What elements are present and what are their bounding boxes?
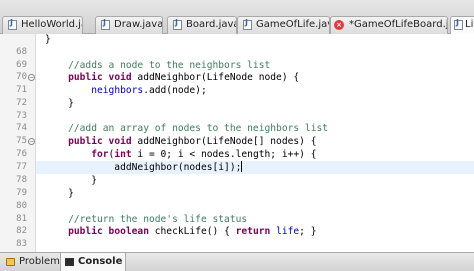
editor-continuation bbox=[0, 238, 474, 252]
code-line: public void addNeighbor(LifeNode node) { bbox=[36, 71, 474, 84]
code-comment: //add an array of nodes to the neighbors… bbox=[45, 123, 329, 134]
problems-tab-label: Problems bbox=[19, 256, 66, 267]
line-number: 82 bbox=[16, 226, 27, 236]
line-number: 80 bbox=[16, 201, 27, 211]
java-file-icon bbox=[8, 18, 17, 30]
code-area[interactable]: } //adds a node to the neighbors list pu… bbox=[36, 34, 474, 252]
line-number: 76 bbox=[16, 149, 27, 159]
code-line: public boolean checkLife() { return life… bbox=[36, 225, 474, 238]
code-text: public boolean checkLife() { return life… bbox=[68, 226, 317, 237]
code-text: } bbox=[45, 175, 97, 186]
code-line: //add an array of nodes to the neighbors… bbox=[36, 122, 474, 135]
console-icon bbox=[65, 258, 74, 266]
fold-collapse-icon[interactable]: − bbox=[28, 138, 35, 145]
code-line: } bbox=[36, 33, 474, 46]
problems-icon bbox=[6, 258, 15, 266]
line-number: 79 bbox=[16, 188, 27, 198]
line-number: 68 bbox=[16, 47, 27, 57]
tab-gameoflifeboard[interactable]: × *GameOfLifeBoard.java bbox=[330, 16, 448, 34]
tab-draw[interactable]: Draw.java bbox=[95, 16, 163, 34]
bottom-panel-tabs: Problems Console bbox=[0, 252, 474, 271]
line-number: 70 bbox=[16, 72, 27, 82]
code-text: public void addNeighbor(LifeNode[] nodes… bbox=[68, 136, 317, 147]
line-number: 77 bbox=[16, 162, 27, 172]
code-line: } bbox=[36, 97, 474, 110]
code-text: neighbors.add(node); bbox=[91, 85, 207, 96]
tab-label: Board.java bbox=[186, 19, 237, 30]
java-file-icon bbox=[454, 18, 463, 30]
code-line: for(int i = 0; i < nodes.length; i++) { bbox=[36, 148, 474, 161]
console-tab-label: Console bbox=[78, 256, 123, 267]
code-text: } bbox=[45, 34, 51, 45]
code-text: addNeighbor(nodes[i]); bbox=[45, 161, 243, 173]
code-line: } bbox=[36, 174, 474, 187]
code-line: public void addNeighbor(LifeNode[] nodes… bbox=[36, 135, 474, 148]
line-number: 74 bbox=[16, 123, 27, 133]
line-number-gutter: 68 69 70 − 71 72 73 74 75 − 76 77 78 79 … bbox=[0, 34, 36, 252]
line-number: 72 bbox=[16, 98, 27, 108]
current-code-line: addNeighbor(nodes[i]); bbox=[36, 161, 474, 174]
code-editor[interactable]: 68 69 70 − 71 72 73 74 75 − 76 77 78 79 … bbox=[0, 34, 474, 252]
code-line: neighbors.add(node); bbox=[36, 84, 474, 97]
tab-gameoflife[interactable]: GameOfLife.java bbox=[237, 16, 330, 34]
line-number: 78 bbox=[16, 175, 27, 185]
java-file-icon bbox=[173, 18, 182, 30]
code-line: } bbox=[36, 187, 474, 200]
java-file-icon bbox=[101, 18, 110, 30]
text-cursor bbox=[241, 161, 243, 172]
tab-label: Lif bbox=[465, 19, 474, 30]
problems-tab[interactable]: Problems bbox=[2, 253, 65, 271]
tab-label: *GameOfLifeBoard.java bbox=[349, 19, 448, 30]
code-text: for(int i = 0; i < nodes.length; i++) { bbox=[91, 149, 317, 160]
java-file-icon bbox=[243, 18, 252, 30]
console-tab[interactable]: Console bbox=[60, 252, 126, 271]
code-text: } bbox=[45, 98, 74, 109]
line-number: 71 bbox=[16, 85, 27, 95]
tab-helloworld[interactable]: HelloWorld.java bbox=[2, 16, 83, 34]
tab-label: HelloWorld.java bbox=[21, 19, 82, 30]
line-number: 75 bbox=[16, 136, 27, 146]
tab-board[interactable]: Board.java bbox=[167, 16, 237, 34]
code-text: } bbox=[45, 188, 74, 199]
fold-collapse-icon[interactable]: − bbox=[28, 74, 35, 81]
code-text: public void addNeighbor(LifeNode node) { bbox=[68, 72, 300, 83]
tab-label: Draw.java bbox=[114, 19, 163, 30]
error-icon: × bbox=[334, 20, 344, 30]
editor-tab-bar: HelloWorld.java Draw.java Board.java Gam… bbox=[0, 0, 474, 35]
tab-label: GameOfLife.java bbox=[256, 19, 329, 30]
